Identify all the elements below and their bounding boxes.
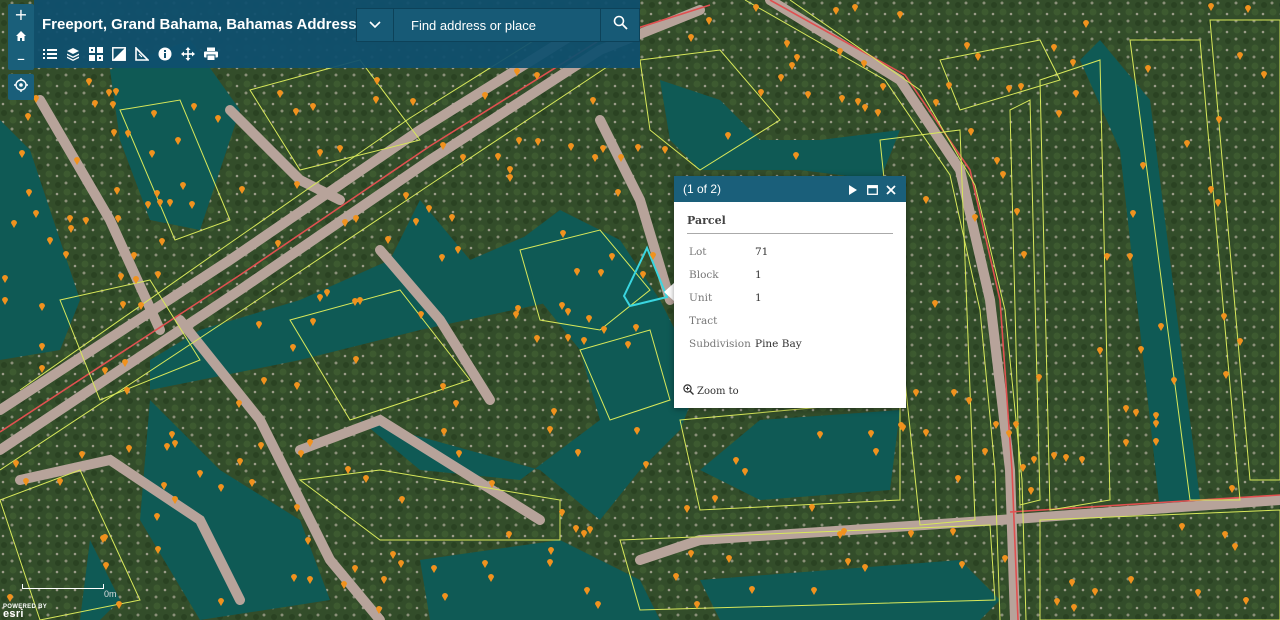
- legend-button[interactable]: [42, 48, 58, 64]
- basemap-gallery-icon: [89, 46, 103, 66]
- zoom-to-link[interactable]: Zoom to: [683, 384, 739, 398]
- zoom-out-button[interactable]: –: [8, 48, 34, 70]
- attribute-key: Lot: [689, 245, 707, 258]
- attribute-row-block: Block 1: [687, 263, 893, 286]
- attribute-row-lot: Lot 71: [687, 240, 893, 263]
- popup-close-button[interactable]: [884, 181, 898, 197]
- print-icon: [204, 47, 218, 66]
- map-view[interactable]: [0, 0, 1280, 620]
- attribute-row-tract: Tract: [687, 309, 893, 332]
- scale-label: 0m: [104, 589, 117, 599]
- basemap-gallery-button[interactable]: [88, 46, 104, 66]
- app-header: Freeport, Grand Bahama, Bahamas Addresse…: [34, 0, 640, 68]
- chevron-down-icon: [369, 16, 381, 34]
- move-icon: [181, 46, 195, 66]
- locate-icon: [14, 77, 28, 97]
- popup-pointer: [664, 283, 674, 301]
- info-button[interactable]: [157, 47, 173, 66]
- popup-title: Parcel: [687, 214, 893, 234]
- search-source-dropdown[interactable]: [357, 9, 394, 41]
- close-icon: [886, 180, 896, 199]
- search-button[interactable]: [600, 9, 639, 41]
- zoom-in-icon: [683, 384, 694, 398]
- popup-body: Parcel Lot 71 Block 1 Unit 1 Tract Subdi…: [674, 202, 906, 355]
- search-input[interactable]: [395, 9, 611, 41]
- popup-maximize-button[interactable]: [865, 181, 879, 197]
- popup-feature-count: (1 of 2): [683, 182, 722, 196]
- attribute-key: Tract: [689, 314, 718, 327]
- scale-bar: [22, 584, 104, 589]
- app-title: Freeport, Grand Bahama, Bahamas Addresse…: [42, 16, 374, 33]
- attribute-value: 71: [755, 245, 769, 258]
- attribute-key: Unit: [689, 291, 713, 304]
- home-icon: [15, 27, 27, 46]
- locate-button[interactable]: [8, 74, 34, 100]
- legend-icon: [43, 47, 57, 65]
- search-icon: [613, 15, 628, 35]
- parcel-popup: (1 of 2) Parcel Lot 71 Block 1 Unit 1 Tr…: [674, 176, 906, 408]
- maximize-icon: [866, 180, 878, 199]
- popup-header: (1 of 2): [674, 176, 906, 202]
- zoom-to-label: Zoom to: [697, 385, 739, 397]
- zoom-control: + –: [8, 4, 34, 70]
- overview-map-button[interactable]: [111, 46, 127, 66]
- layers-button[interactable]: [65, 47, 81, 66]
- layers-icon: [66, 47, 80, 66]
- play-icon: [849, 180, 857, 199]
- measure-button[interactable]: [134, 45, 150, 66]
- move-button[interactable]: [180, 46, 196, 66]
- map-toolbar: [42, 45, 219, 66]
- home-button[interactable]: [8, 26, 34, 48]
- print-button[interactable]: [203, 47, 219, 66]
- attribute-row-unit: Unit 1: [687, 286, 893, 309]
- info-icon: [158, 47, 172, 66]
- attribute-value: 1: [755, 291, 762, 304]
- popup-next-button[interactable]: [846, 181, 860, 197]
- attribute-row-subdivision: Subdivision Pine Bay: [687, 332, 893, 355]
- search-widget: [356, 8, 640, 42]
- measure-icon: [135, 45, 150, 66]
- overview-map-icon: [112, 46, 126, 66]
- zoom-in-button[interactable]: +: [8, 4, 34, 26]
- attribute-key: Subdivision: [689, 337, 751, 350]
- esri-logo: POWERED BY esri: [3, 604, 47, 620]
- esri-brand: esri: [3, 608, 24, 620]
- attribute-key: Block: [689, 268, 719, 281]
- attribute-value: 1: [755, 268, 762, 281]
- attribute-value: Pine Bay: [755, 337, 802, 350]
